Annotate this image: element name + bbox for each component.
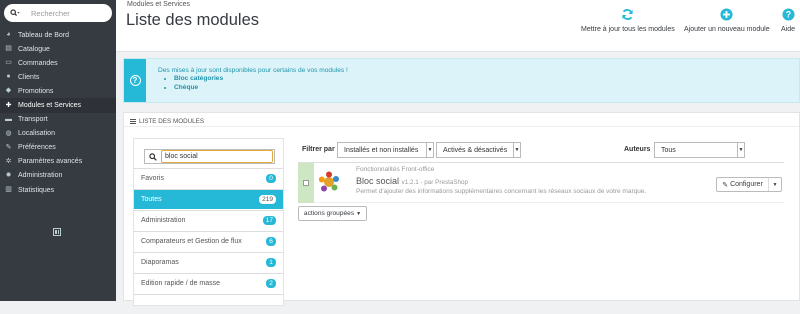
modules-icon: ✚ — [5, 101, 12, 109]
sidebar-item-catalogue[interactable]: ▤ Catalogue — [0, 42, 116, 56]
category-item-administration[interactable]: Administration 17 — [134, 210, 283, 230]
count-badge: 219 — [259, 195, 276, 204]
add-module-button[interactable]: Ajouter un nouveau module — [684, 8, 770, 33]
update-alert: ? Des mises à jour sont disponibles pour… — [123, 58, 800, 103]
category-item-next[interactable] — [134, 294, 283, 314]
sidebar-item-preferences[interactable]: ✎ Préférences — [0, 141, 116, 155]
update-all-modules-button[interactable]: Mettre à jour tous les modules — [581, 8, 675, 33]
sidebar-item-modules[interactable]: ✚ Modules et Services — [0, 98, 116, 113]
chevron-down-icon: ▼ — [513, 143, 520, 157]
alert-info-bar: ? — [124, 59, 146, 102]
module-version: v1.2.1 - par PrestaShop — [401, 179, 469, 186]
count-badge: 6 — [266, 237, 276, 246]
bulk-actions-button[interactable]: actions groupées ▼ — [298, 206, 367, 221]
search-input[interactable]: Rechercher — [31, 9, 70, 18]
category-item-favoris[interactable]: Favoris 0 — [134, 168, 283, 188]
module-description: Permet d'ajouter des informations supplé… — [356, 188, 647, 195]
alert-update-list: Bloc catégories Chèque — [174, 75, 223, 92]
category-item-comparateurs[interactable]: Comparateurs et Gestion de flux 6 — [134, 231, 283, 251]
gear-icon: ✹ — [5, 171, 12, 179]
caret-down-icon: ▼ — [356, 210, 362, 217]
help-button[interactable]: ? Aide — [781, 8, 795, 33]
collapse-sidebar-icon[interactable] — [53, 228, 61, 236]
add-circle-icon — [720, 8, 733, 21]
promotions-icon: ◆ — [5, 87, 12, 95]
category-item-diaporamas[interactable]: Diaporamas 1 — [134, 252, 283, 272]
sidebar-item-statistiques[interactable]: ▥ Statistiques — [0, 183, 116, 197]
sidebar-menu: ◕ Tableau de Bord ▤ Catalogue ▭ Commandes ●… — [0, 28, 116, 197]
sidebar-item-commandes[interactable]: ▭ Commandes — [0, 56, 116, 70]
breadcrumb[interactable]: Modules et Services — [127, 1, 190, 8]
truck-icon: ▬ — [5, 115, 12, 123]
panel-heading: LISTE DES MODULES — [124, 113, 799, 127]
category-item-toutes[interactable]: Toutes 219 — [134, 189, 283, 209]
authors-label: Auteurs — [624, 146, 651, 153]
stats-icon: ▥ — [5, 186, 12, 194]
module-row: Fonctionnalités Front-office Bloc social… — [298, 163, 784, 203]
page-title: Liste des modules — [126, 11, 259, 29]
sidebar-item-parametres-avances[interactable]: ✲ Paramètres avancés — [0, 155, 116, 169]
search-icon — [10, 9, 20, 17]
configure-dropdown-toggle[interactable]: ▼ — [769, 182, 781, 188]
module-category: Fonctionnalités Front-office — [356, 166, 435, 173]
info-icon: ? — [129, 75, 141, 86]
installed-filter-select[interactable]: Installés et non installés ▼ — [337, 142, 434, 158]
count-badge: 17 — [262, 216, 276, 225]
module-name: Bloc social v1.2.1 - par PrestaShop — [356, 176, 469, 186]
dashboard-icon: ◕ — [6, 31, 11, 39]
count-badge: 2 — [266, 279, 276, 288]
customers-icon: ● — [6, 73, 11, 81]
alert-update-link[interactable]: Chèque — [174, 84, 223, 93]
wrench-icon: ✎ — [722, 181, 729, 189]
alert-message: Des mises à jour sont disponibles pour c… — [158, 67, 348, 74]
module-search[interactable]: bloc social — [144, 149, 275, 164]
enabled-filter-select[interactable]: Activés & désactivés ▼ — [436, 142, 521, 158]
help-icon: ? — [781, 8, 795, 21]
globe-icon: ◍ — [5, 129, 12, 137]
sidebar-item-promotions[interactable]: ◆ Promotions — [0, 84, 116, 98]
chevron-down-icon: ▼ — [426, 143, 433, 157]
category-filter-box: bloc social Favoris 0 Toutes 219 Administr… — [133, 138, 284, 306]
list-icon — [130, 119, 136, 124]
search-icon — [145, 152, 161, 161]
module-checkbox[interactable] — [303, 180, 309, 186]
sidebar-search[interactable]: Rechercher — [4, 4, 112, 22]
configure-button[interactable]: ✎ Configurer — [717, 178, 769, 191]
configure-button-group: ✎ Configurer ▼ — [716, 177, 782, 192]
sidebar-item-administration[interactable]: ✹ Administration — [0, 169, 116, 183]
refresh-icon — [622, 9, 633, 20]
category-item-edition-rapide[interactable]: Edition rapide / de masse 2 — [134, 273, 283, 293]
catalog-icon: ▤ — [5, 45, 12, 53]
chevron-down-icon: ▼ — [737, 143, 744, 157]
authors-filter-select[interactable]: Tous ▼ — [654, 142, 745, 158]
sidebar-item-localisation[interactable]: ◍ Localisation — [0, 127, 116, 141]
count-badge: 1 — [266, 258, 276, 267]
alert-update-link[interactable]: Bloc catégories — [174, 75, 223, 84]
page-header: Modules et Services Liste des modules Me… — [116, 0, 800, 52]
module-search-input[interactable]: bloc social — [161, 150, 273, 163]
count-badge: 0 — [266, 174, 276, 183]
sidebar: Rechercher ◕ Tableau de Bord ▤ Catalogue ▭… — [0, 0, 116, 301]
search-dropdown-button[interactable] — [4, 4, 26, 22]
sidebar-item-clients[interactable]: ● Clients — [0, 70, 116, 84]
sidebar-item-tableau-de-bord[interactable]: ◕ Tableau de Bord — [0, 28, 116, 42]
svg-text:?: ? — [785, 10, 790, 20]
module-select-cell — [298, 163, 314, 203]
wrench-icon: ✎ — [5, 143, 12, 151]
orders-icon: ▭ — [5, 59, 12, 67]
sidebar-item-transport[interactable]: ▬ Transport — [0, 113, 116, 127]
filter-label: Filtrer par — [302, 146, 335, 153]
module-logo-icon — [318, 171, 339, 192]
cogs-icon: ✲ — [5, 157, 12, 165]
